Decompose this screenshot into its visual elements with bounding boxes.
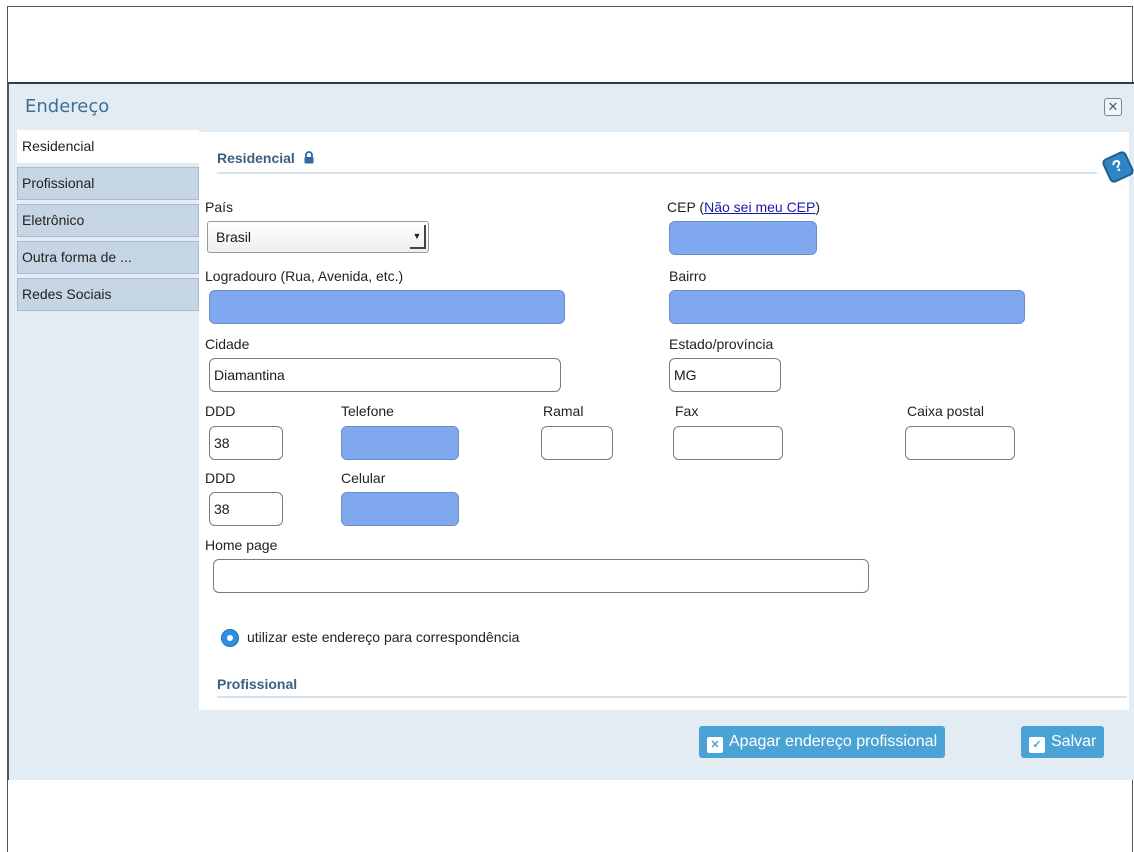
- homepage-input[interactable]: [213, 559, 869, 593]
- celular-label: Celular: [341, 470, 386, 486]
- celular-input[interactable]: [341, 492, 459, 526]
- close-icon: ✕: [707, 737, 723, 753]
- ramal-input[interactable]: [541, 426, 613, 460]
- lock-icon: [304, 151, 314, 164]
- fax-input[interactable]: [673, 426, 783, 460]
- cidade-input[interactable]: Diamantina: [209, 358, 561, 392]
- dialog-title: Endereço: [25, 96, 110, 117]
- section-divider-profissional: [217, 696, 1127, 698]
- salvar-button[interactable]: ✓ Salvar: [1021, 726, 1105, 758]
- ddd-label: DDD: [205, 403, 236, 419]
- logradouro-input[interactable]: [209, 290, 565, 324]
- section-title-profissional: Profissional: [217, 676, 298, 692]
- tab-redes-sociais[interactable]: Redes Sociais: [17, 278, 199, 311]
- cep-help-link[interactable]: Não sei meu CEP: [704, 199, 815, 215]
- apagar-label: Apagar endereço profissional: [729, 733, 938, 750]
- correspondencia-label: utilizar este endereço para correspondên…: [247, 629, 520, 645]
- bairro-label: Bairro: [669, 268, 707, 284]
- section-title-residencial: Residencial: [217, 150, 315, 166]
- ddd-celular-label: DDD: [205, 470, 236, 486]
- form-panel: Residencial ? País Brasil ▼ CEP (Não sei…: [199, 132, 1134, 710]
- cidade-label: Cidade: [205, 336, 250, 352]
- tab-outra-forma[interactable]: Outra forma de ...: [17, 241, 199, 274]
- salvar-label: Salvar: [1051, 733, 1097, 750]
- section-divider: [217, 172, 1097, 174]
- telefone-input[interactable]: [341, 426, 459, 460]
- chevron-down-icon: ▼: [410, 225, 426, 249]
- cep-label-end: ): [815, 199, 821, 215]
- caixa-postal-input[interactable]: [905, 426, 1015, 460]
- tab-eletronico[interactable]: Eletrônico: [17, 204, 199, 237]
- tab-residencial[interactable]: Residencial: [17, 130, 199, 163]
- ddd-input[interactable]: 38: [209, 426, 283, 460]
- tab-profissional[interactable]: Profissional: [17, 167, 199, 200]
- help-icon[interactable]: ?: [1100, 149, 1134, 185]
- correspondencia-radio[interactable]: [221, 629, 239, 647]
- checkmark-icon: ✓: [1029, 737, 1045, 753]
- bairro-input[interactable]: [669, 290, 1025, 324]
- pais-select[interactable]: Brasil ▼: [207, 221, 429, 253]
- telefone-label: Telefone: [341, 403, 394, 419]
- ddd-celular-input[interactable]: 38: [209, 492, 283, 526]
- caixa-postal-label: Caixa postal: [907, 403, 985, 419]
- tab-list: Residencial Profissional Eletrônico Outr…: [17, 130, 199, 315]
- apagar-endereco-button[interactable]: ✕ Apagar endereço profissional: [699, 726, 946, 758]
- close-button[interactable]: ✕: [1104, 98, 1122, 116]
- cep-label-text: CEP (: [667, 199, 705, 215]
- section-title-text: Residencial: [217, 150, 295, 166]
- estado-label: Estado/província: [669, 336, 774, 352]
- homepage-label: Home page: [205, 537, 278, 553]
- logradouro-label: Logradouro (Rua, Avenida, etc.): [205, 268, 404, 284]
- cep-input[interactable]: [669, 221, 817, 255]
- fax-label: Fax: [675, 403, 699, 419]
- pais-value: Brasil: [216, 229, 252, 245]
- cep-label: CEP (Não sei meu CEP): [667, 199, 820, 215]
- pais-label: País: [205, 199, 234, 215]
- address-dialog: Endereço ✕ Residencial Profissional Elet…: [8, 82, 1134, 780]
- ramal-label: Ramal: [543, 403, 584, 419]
- estado-input[interactable]: MG: [669, 358, 781, 392]
